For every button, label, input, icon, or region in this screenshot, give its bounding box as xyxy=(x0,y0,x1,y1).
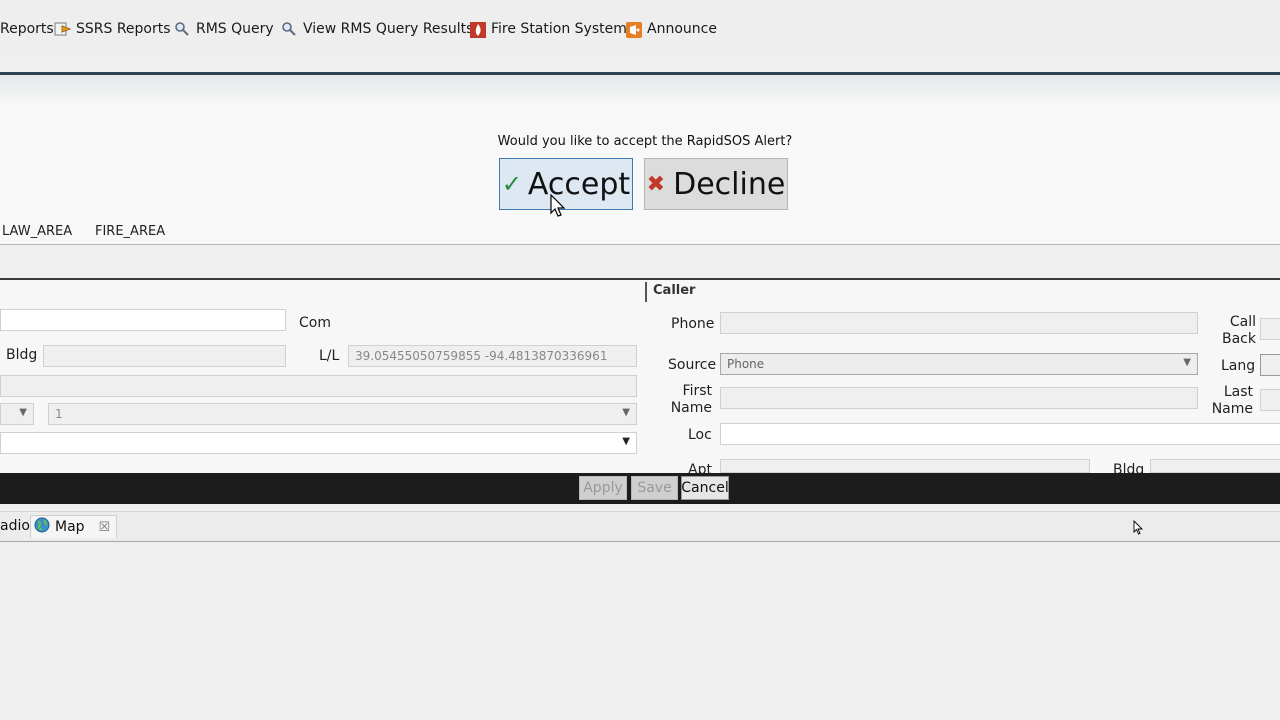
toolbar-view-rms-query-results-label: View RMS Query Results xyxy=(303,21,474,37)
source-label: Source xyxy=(668,357,717,373)
toolbar-ssrs-reports-label: SSRS Reports xyxy=(76,21,171,37)
close-x-icon: ✖ xyxy=(646,171,666,197)
mouse-cursor-icon xyxy=(550,193,566,222)
apply-button[interactable]: Apply xyxy=(579,476,627,500)
accept-button[interactable]: ✓ Accept xyxy=(499,158,633,210)
announce-icon xyxy=(625,21,642,38)
mouse-cursor-icon xyxy=(1133,519,1144,539)
checkmark-icon: ✓ xyxy=(501,170,522,198)
toolbar-fire-station-system-button[interactable]: Fire Station System xyxy=(469,19,627,39)
phone-input[interactable] xyxy=(720,312,1198,334)
source-dropdown[interactable]: Phone ▼ xyxy=(720,353,1198,375)
small-dropdown[interactable]: ▼ xyxy=(0,403,34,425)
last-name-label: Last Name xyxy=(1211,384,1253,417)
location-notes-field[interactable] xyxy=(0,375,637,397)
apt-label: Apt xyxy=(688,462,712,473)
phone-label: Phone xyxy=(671,316,715,332)
lang-label: Lang xyxy=(1221,358,1256,374)
com-label: Com xyxy=(299,315,331,331)
first-name-input[interactable] xyxy=(720,387,1198,409)
loc-label: Loc xyxy=(688,427,712,443)
decline-button-label: Decline xyxy=(673,166,786,202)
call-back-label: Call Back xyxy=(1222,314,1256,347)
chevron-down-icon: ▼ xyxy=(622,436,630,447)
toolbar-announce-button[interactable]: Announce xyxy=(625,19,717,39)
apt-input[interactable] xyxy=(720,459,1090,473)
map-panel xyxy=(0,542,1280,720)
toolbar-view-rms-query-results-button[interactable]: View RMS Query Results xyxy=(281,19,473,39)
type-dropdown[interactable]: ▼ xyxy=(0,432,637,454)
decline-button[interactable]: ✖ Decline xyxy=(644,158,788,210)
fire-station-icon xyxy=(469,21,486,38)
first-name-label: First Name xyxy=(670,383,712,416)
fire-area-label: FIRE_AREA xyxy=(95,224,166,239)
tab-radio-label: adio xyxy=(0,518,30,534)
area-divider xyxy=(0,244,1280,245)
bldg-input[interactable] xyxy=(43,345,286,367)
toolbar-fire-station-system-label: Fire Station System xyxy=(491,21,627,37)
magnifier-icon xyxy=(281,21,297,37)
toolbar-reports-button[interactable]: Reports xyxy=(0,19,54,39)
caller-bldg-label: Bldg xyxy=(1113,462,1145,473)
chevron-down-icon: ▼ xyxy=(19,407,27,418)
ssrs-report-icon xyxy=(54,21,72,37)
bottom-tab-strip xyxy=(0,511,1280,543)
chevron-down-icon: ▼ xyxy=(622,407,630,418)
magnifier-icon xyxy=(174,21,190,37)
tab-radio[interactable]: adio xyxy=(0,515,30,537)
toolbar-rms-query-button[interactable]: RMS Query xyxy=(174,19,274,39)
value-dropdown-text: 1 xyxy=(55,407,63,421)
toolbar-ssrs-reports-button[interactable]: SSRS Reports xyxy=(54,19,171,39)
ll-label: L/L xyxy=(319,348,340,364)
value-dropdown[interactable]: 1 ▼ xyxy=(48,403,637,425)
toolbar-rms-query-label: RMS Query xyxy=(196,21,274,37)
chevron-down-icon: ▼ xyxy=(1183,357,1191,368)
globe-icon xyxy=(34,517,50,537)
cancel-button[interactable]: Cancel xyxy=(681,476,729,500)
tab-map[interactable]: Map ☒ xyxy=(30,515,118,538)
law-area-label: LAW_AREA xyxy=(2,224,73,239)
caller-section-header: Caller xyxy=(645,282,1280,302)
address-input[interactable] xyxy=(0,309,286,331)
toolbar-reports-label: Reports xyxy=(0,21,54,37)
lat-long-field[interactable]: 39.05455050759855 -94.4813870336961 xyxy=(348,345,637,367)
rapidsos-alert-prompt: Would you like to accept the RapidSOS Al… xyxy=(497,134,793,149)
alert-panel xyxy=(0,105,1280,245)
source-dropdown-text: Phone xyxy=(727,357,765,371)
accept-button-label: Accept xyxy=(527,166,631,202)
save-button[interactable]: Save xyxy=(631,476,678,500)
bldg-label: Bldg xyxy=(6,347,38,363)
call-back-input[interactable] xyxy=(1260,318,1280,340)
loc-input[interactable] xyxy=(720,423,1280,445)
toolbar-announce-label: Announce xyxy=(647,21,717,37)
caller-bldg-input[interactable] xyxy=(1150,459,1280,473)
tab-map-label: Map xyxy=(55,519,85,535)
header-band xyxy=(0,75,1280,105)
lang-input[interactable] xyxy=(1260,354,1280,376)
close-tab-icon[interactable]: ☒ xyxy=(99,520,111,535)
last-name-input[interactable] xyxy=(1260,389,1280,411)
